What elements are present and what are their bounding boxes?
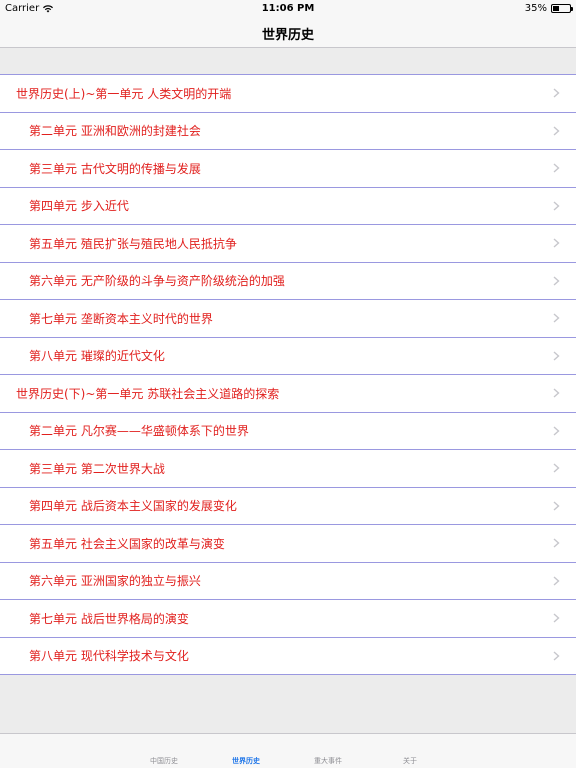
list-item-label: 第四单元 战后资本主义国家的发展变化 (29, 499, 237, 514)
list-item[interactable]: 第三单元 古代文明的传播与发展 (0, 150, 576, 188)
list-item-label: 世界历史(下)~第一单元 苏联社会主义道路的探索 (16, 386, 280, 401)
status-right: 35% (524, 3, 573, 14)
list-item[interactable]: 世界历史(下)~第一单元 苏联社会主义道路的探索 (0, 375, 576, 413)
chevron-right-icon (553, 88, 560, 98)
list-item-label: 第五单元 社会主义国家的改革与演变 (29, 536, 225, 551)
list-item-label: 第六单元 无产阶级的斗争与资产阶级统治的加强 (29, 274, 285, 289)
status-bar: Carrier 11:06 PM 35% (0, 0, 576, 18)
chevron-right-icon (553, 576, 560, 586)
battery-icon (551, 4, 573, 13)
list-item-label: 第二单元 凡尔赛——华盛顿体系下的世界 (29, 424, 249, 439)
list-item[interactable]: 第七单元 战后世界格局的演变 (0, 600, 576, 638)
list-item[interactable]: 第六单元 无产阶级的斗争与资产阶级统治的加强 (0, 263, 576, 300)
list-item[interactable]: 第五单元 社会主义国家的改革与演变 (0, 525, 576, 563)
list-item-label: 第六单元 亚洲国家的独立与振兴 (29, 574, 201, 589)
navigation-bar: 世界历史 (0, 18, 576, 48)
list-item[interactable]: 第五单元 殖民扩张与殖民地人民抵抗争 (0, 225, 576, 263)
list-item[interactable]: 第二单元 凡尔赛——华盛顿体系下的世界 (0, 413, 576, 450)
chevron-right-icon (553, 651, 560, 661)
chevron-right-icon (553, 613, 560, 623)
list-item[interactable]: 第六单元 亚洲国家的独立与振兴 (0, 563, 576, 600)
list-item-label: 第八单元 璀璨的近代文化 (29, 349, 165, 364)
chevron-right-icon (553, 388, 560, 398)
list-item-label: 第三单元 第二次世界大战 (29, 461, 165, 476)
list-item[interactable]: 第三单元 第二次世界大战 (0, 450, 576, 488)
tab-item[interactable]: 重大事件 (298, 756, 358, 766)
unit-list: 世界历史(上)~第一单元 人类文明的开端第二单元 亚洲和欧洲的封建社会 第三单元 … (0, 74, 576, 675)
list-item[interactable]: 第八单元 璀璨的近代文化 (0, 338, 576, 375)
chevron-right-icon (553, 163, 560, 173)
status-time: 11:06 PM (261, 3, 315, 14)
list-item[interactable]: 第八单元 现代科学技术与文化 (0, 638, 576, 675)
chevron-right-icon (553, 201, 560, 211)
list-item-label: 第三单元 古代文明的传播与发展 (29, 161, 201, 176)
battery-fill (553, 6, 559, 11)
list-item[interactable]: 第七单元 垄断资本主义时代的世界 (0, 300, 576, 338)
chevron-right-icon (553, 126, 560, 136)
list-item-label: 第二单元 亚洲和欧洲的封建社会 (29, 124, 201, 139)
chevron-right-icon (553, 276, 560, 286)
list-item[interactable]: 第四单元 战后资本主义国家的发展变化 (0, 488, 576, 525)
chevron-right-icon (553, 538, 560, 548)
list-item-label: 世界历史(上)~第一单元 人类文明的开端 (16, 86, 232, 101)
list-item-label: 第七单元 垄断资本主义时代的世界 (29, 311, 213, 326)
chevron-right-icon (553, 463, 560, 473)
list-item-label: 第八单元 现代科学技术与文化 (29, 649, 189, 664)
chevron-right-icon (553, 426, 560, 436)
tab-item[interactable]: 世界历史 (216, 756, 276, 766)
battery-percent: 35% (524, 3, 547, 14)
tab-item[interactable]: 中国历史 (134, 756, 194, 766)
list-item-label: 第四单元 步入近代 (29, 199, 129, 214)
tab-bar: 中国历史 世界历史 重大事件 关于 (0, 733, 576, 768)
tab-item[interactable]: 关于 (380, 756, 440, 766)
chevron-right-icon (553, 351, 560, 361)
chevron-right-icon (553, 313, 560, 323)
list-item-label: 第七单元 战后世界格局的演变 (29, 611, 189, 626)
chevron-right-icon (553, 238, 560, 248)
list-item[interactable]: 第二单元 亚洲和欧洲的封建社会 (0, 113, 576, 150)
chevron-right-icon (553, 501, 560, 511)
page-title: 世界历史 (261, 28, 314, 43)
list-item[interactable]: 第四单元 步入近代 (0, 188, 576, 225)
list-item[interactable]: 世界历史(上)~第一单元 人类文明的开端 (0, 75, 576, 113)
list-item-label: 第五单元 殖民扩张与殖民地人民抵抗争 (29, 236, 237, 251)
